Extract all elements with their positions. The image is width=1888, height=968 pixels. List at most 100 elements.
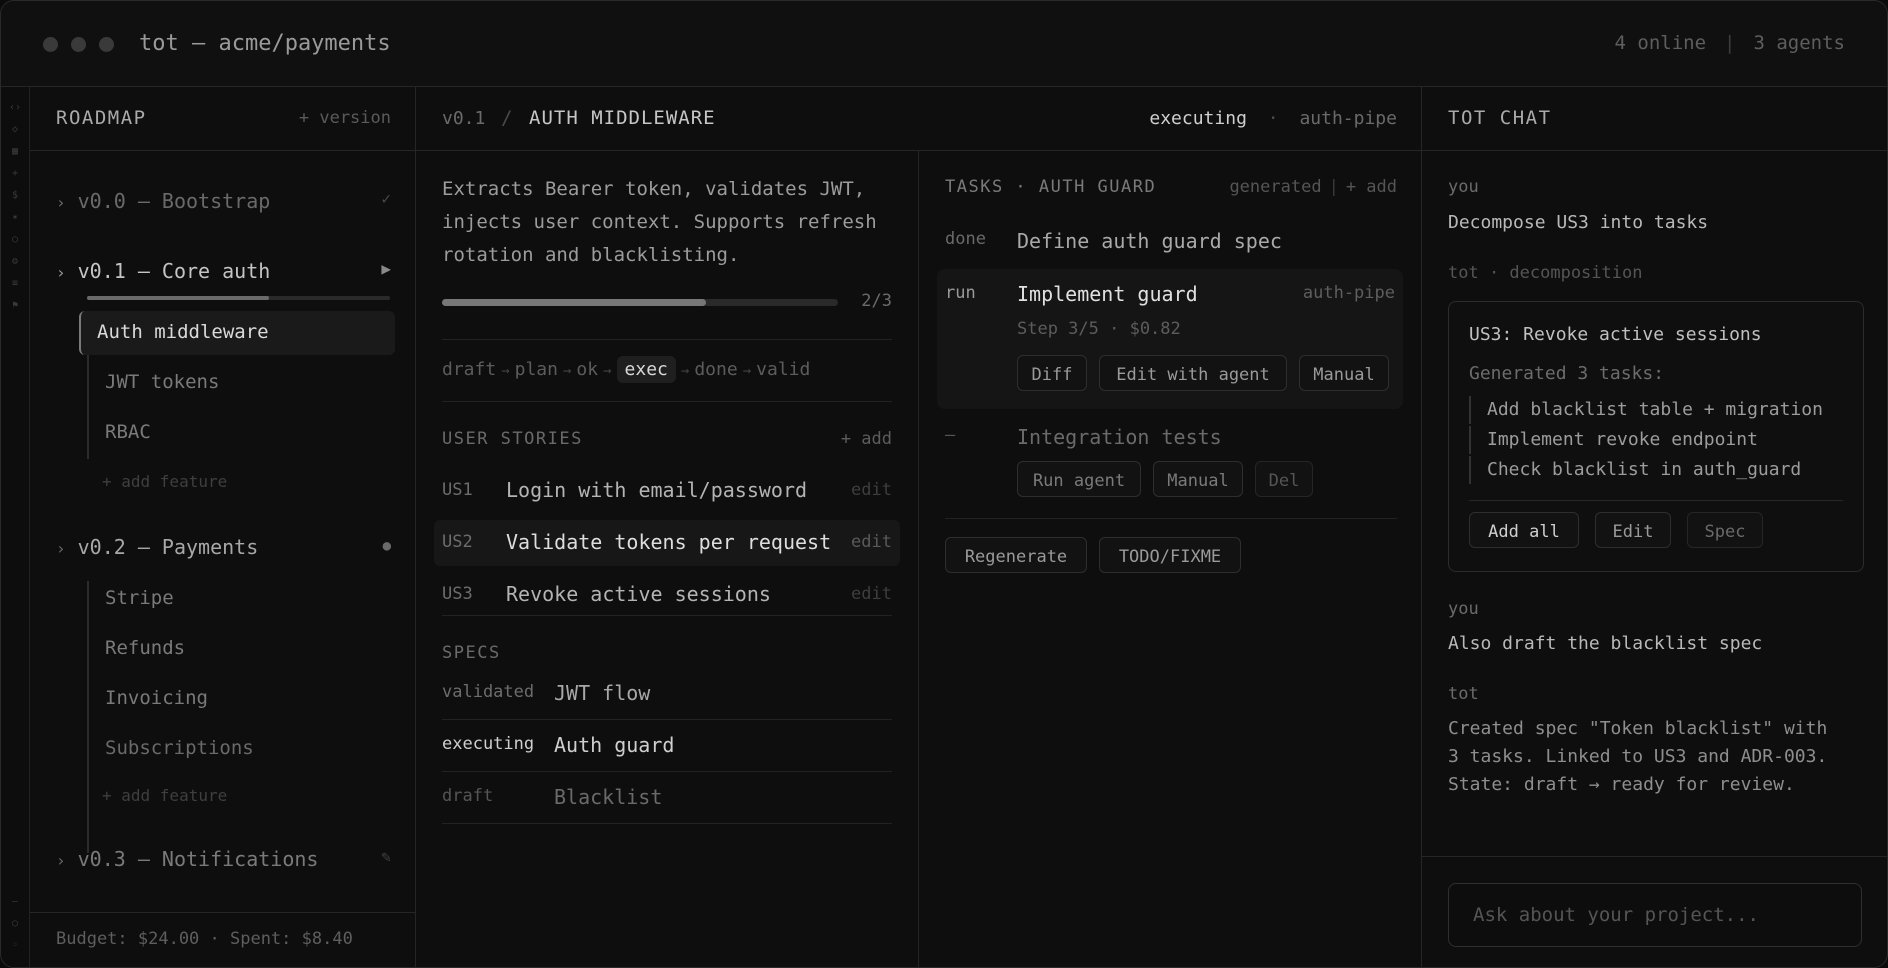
card-subtitle: Generated 3 tasks: — [1469, 363, 1665, 384]
arrow-right-icon: → — [603, 363, 612, 379]
chat-input-row — [1422, 856, 1887, 967]
spec-row-auth-guard[interactable]: executing Auth guard — [442, 720, 892, 772]
add-version-button[interactable]: + version — [299, 108, 391, 128]
pipeline-step-valid: valid — [756, 359, 811, 380]
chat-message: Created spec "Token blacklist" with 3 ta… — [1448, 718, 1828, 795]
spec-name: Blacklist — [554, 785, 663, 809]
feature-item-subscriptions[interactable]: Subscriptions — [105, 737, 254, 759]
story-row-us1[interactable]: US1 Login with email/password edit — [434, 468, 900, 514]
settings-icon[interactable]: ◦ — [1, 935, 29, 957]
pipeline-name[interactable]: auth-pipe — [1299, 108, 1397, 129]
diamond-icon[interactable]: ◇ — [1, 119, 29, 141]
progress-bar — [442, 299, 838, 306]
version-v0-0[interactable]: › v0.0 — Bootstrap ✓ — [56, 189, 391, 213]
divider — [1469, 500, 1843, 501]
plus-icon[interactable]: + — [1, 163, 29, 185]
feature-item-refunds[interactable]: Refunds — [105, 637, 185, 659]
run-agent-button[interactable]: Run agent — [1017, 461, 1141, 497]
titlebar: tot — acme/payments 4 online | 3 agents — [1, 1, 1887, 87]
spec-name: Auth guard — [554, 733, 675, 757]
version-label: v0.1 — Core auth — [77, 259, 271, 283]
edit-with-agent-button[interactable]: Edit with agent — [1099, 355, 1287, 391]
grid-icon[interactable]: ▦ — [1, 141, 29, 163]
code-icon[interactable]: ‹› — [1, 97, 29, 119]
spec-name: JWT flow — [554, 681, 651, 705]
dollar-icon[interactable]: $ — [1, 185, 29, 207]
agents-count: 3 agents — [1753, 32, 1845, 54]
progress-fill — [442, 299, 707, 306]
close-window-button[interactable] — [43, 37, 58, 52]
add-feature-button[interactable]: + add feature — [102, 472, 227, 491]
spec-state: executing — [442, 734, 535, 754]
circle-icon[interactable]: ○ — [1, 229, 29, 251]
page-title: AUTH MIDDLEWARE — [529, 107, 716, 129]
add-feature-button[interactable]: + add feature — [102, 786, 227, 805]
card-task-item: Implement revoke endpoint — [1469, 426, 1758, 454]
version-v0-1[interactable]: › v0.1 — Core auth ▶ — [56, 259, 391, 283]
roadmap-panel: ROADMAP + version › v0.0 — Bootstrap ✓ › v… — [30, 87, 416, 967]
story-row-us3[interactable]: US3 Revoke active sessions edit — [434, 572, 900, 618]
star-icon[interactable]: ✶ — [1, 207, 29, 229]
pencil-icon: ✎ — [381, 847, 391, 866]
version-v0-3[interactable]: › v0.3 — Notifications ✎ — [56, 847, 391, 871]
feature-item-stripe[interactable]: Stripe — [105, 587, 174, 609]
feature-item-invoicing[interactable]: Invoicing — [105, 687, 208, 709]
version-v0-2[interactable]: › v0.2 — Payments ● — [56, 535, 391, 559]
chat-panel: TOT CHAT you Decompose US3 into tasks to… — [1422, 87, 1887, 967]
manual-button[interactable]: Manual — [1153, 461, 1243, 497]
edit-button[interactable]: Edit — [1595, 512, 1671, 548]
story-edit-button[interactable]: edit — [851, 480, 892, 500]
task-row-implement-guard[interactable]: run Implement guard auth-pipe Step 3/5 ·… — [937, 269, 1403, 409]
feature-item-rbac[interactable]: RBAC — [105, 421, 151, 443]
minimize-window-button[interactable] — [71, 37, 86, 52]
chevron-right-icon: › — [56, 263, 66, 282]
spec-row-blacklist[interactable]: draft Blacklist — [442, 772, 892, 824]
version-label: v0.3 — Notifications — [77, 847, 319, 871]
divider — [442, 615, 892, 616]
budget-footer: Budget: $24.00 · Spent: $8.40 — [30, 912, 415, 967]
diff-button[interactable]: Diff — [1017, 355, 1087, 391]
add-task-button[interactable]: + add — [1346, 177, 1397, 197]
chat-title: TOT CHAT — [1448, 107, 1552, 129]
list-icon[interactable]: ≡ — [1, 273, 29, 295]
story-row-us2[interactable]: US2 Validate tokens per request edit — [434, 520, 900, 566]
task-row-define-spec[interactable]: done Define auth guard spec — [937, 221, 1403, 267]
story-edit-button[interactable]: edit — [851, 584, 892, 604]
card-title: US3: Revoke active sessions — [1469, 324, 1762, 345]
story-id: US3 — [442, 584, 473, 604]
progress-label: 2/3 — [861, 291, 892, 311]
gear-icon[interactable]: ⚙ — [1, 251, 29, 273]
chat-input[interactable] — [1448, 883, 1862, 947]
add-story-button[interactable]: + add — [841, 429, 892, 449]
spec-row-jwt-flow[interactable]: validated JWT flow — [442, 668, 892, 720]
maximize-window-button[interactable] — [99, 37, 114, 52]
breadcrumb-version[interactable]: v0.1 — [442, 108, 485, 129]
task-meta: Step 3/5 · $0.82 — [1017, 319, 1181, 339]
feature-item-auth-middleware[interactable]: Auth middleware — [97, 321, 269, 343]
task-name: Define auth guard spec — [1017, 229, 1282, 253]
regenerate-button[interactable]: Regenerate — [945, 537, 1087, 573]
todo-fixme-button[interactable]: TODO/FIXME — [1099, 537, 1241, 573]
flag-icon[interactable]: ⚑ — [1, 295, 29, 317]
spec-button[interactable]: Spec — [1687, 512, 1763, 548]
delete-button[interactable]: Del — [1255, 461, 1313, 497]
tasks-header: TASKS · AUTH GUARD — [945, 177, 1157, 197]
add-all-button[interactable]: Add all — [1469, 512, 1579, 548]
pipeline-step-plan: plan — [514, 359, 558, 380]
divider — [442, 401, 892, 402]
card-task-item: Add blacklist table + migration — [1469, 396, 1823, 424]
story-id: US2 — [442, 532, 473, 552]
user-icon[interactable]: ○ — [1, 913, 29, 935]
task-row-integration-tests[interactable]: — Integration tests Run agent Manual Del — [937, 421, 1403, 531]
breadcrumb-separator: / — [501, 107, 513, 129]
budget-text: Budget: $24.00 · Spent: $8.40 — [56, 929, 353, 949]
manual-button[interactable]: Manual — [1299, 355, 1389, 391]
dot-icon: ● — [382, 538, 391, 554]
spec-state: draft — [442, 786, 494, 806]
state-pipeline: draft → plan → ok → exec → done → valid — [442, 356, 810, 383]
decomposition-card: US3: Revoke active sessions Generated 3 … — [1448, 301, 1864, 572]
feature-item-jwt-tokens[interactable]: JWT tokens — [105, 371, 219, 393]
story-edit-button[interactable]: edit — [851, 532, 892, 552]
pipeline-step-ok: ok — [576, 359, 599, 380]
chat-message: Also draft the blacklist spec — [1448, 633, 1763, 654]
